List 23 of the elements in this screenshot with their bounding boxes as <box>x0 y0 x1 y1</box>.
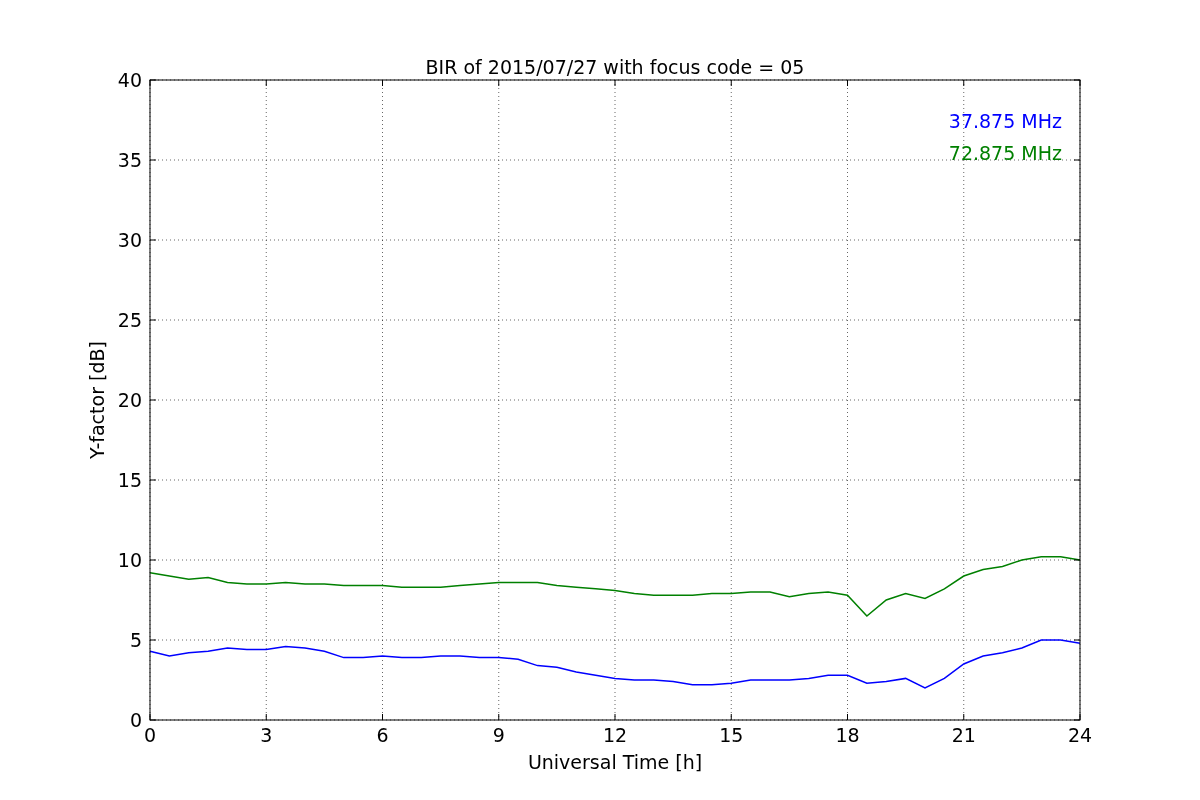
y-tick-label: 0 <box>129 709 142 731</box>
legend-label: 37.875 MHz <box>948 110 1062 132</box>
y-axis-label: Y-factor [dB] <box>86 341 108 459</box>
x-axis-label: Universal Time [h] <box>527 751 703 773</box>
y-tick-label: 5 <box>129 629 142 651</box>
y-tick-label: 35 <box>117 149 142 171</box>
x-tick-label: 12 <box>602 724 628 746</box>
y-tick-label: 20 <box>117 389 142 411</box>
x-tick-label: 24 <box>1067 724 1093 746</box>
x-tick-label: 6 <box>376 724 389 746</box>
x-tick-label: 0 <box>143 724 157 746</box>
y-tick-label: 25 <box>117 309 142 331</box>
x-tick-label: 15 <box>719 724 744 746</box>
y-tick-label: 10 <box>117 549 142 571</box>
x-tick-label: 18 <box>835 724 860 746</box>
y-tick-label: 40 <box>117 69 142 91</box>
x-tick-label: 9 <box>492 724 505 746</box>
legend-label: 72.875 MHz <box>948 142 1062 164</box>
y-tick-label: 15 <box>117 469 142 491</box>
x-tick-label: 21 <box>951 724 976 746</box>
chart-title: BIR of 2015/07/27 with focus code = 05 <box>425 56 805 78</box>
x-tick-label: 3 <box>260 724 273 746</box>
y-tick-label: 30 <box>117 229 142 251</box>
